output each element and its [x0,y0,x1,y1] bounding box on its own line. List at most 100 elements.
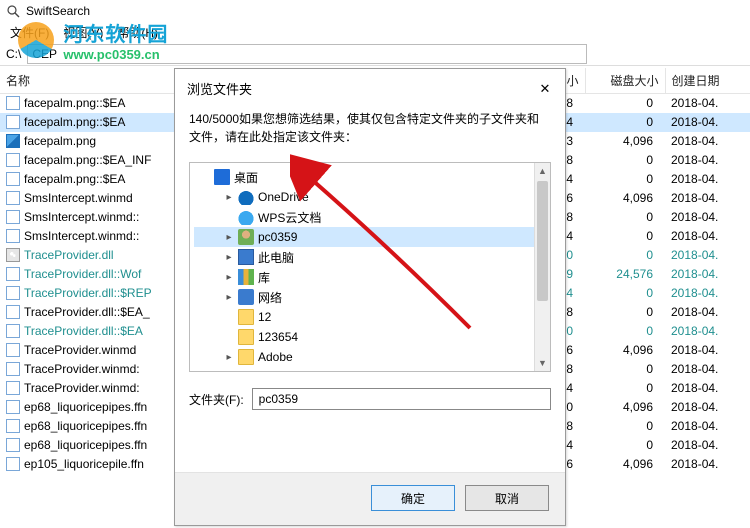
col-created[interactable]: 创建日期 [665,68,750,94]
scroll-down-icon[interactable]: ▼ [535,355,550,371]
file-name: facepalm.png::$EA [24,115,125,129]
drive-label: C:\ [6,47,21,61]
expand-icon[interactable] [200,172,210,182]
file-date: 2018-04. [665,227,750,246]
expand-icon[interactable]: ▸ [224,232,234,242]
file-disksize: 0 [585,322,665,341]
file-name: facepalm.png::$EA [24,172,125,186]
file-name: ep68_liquoricepipes.ffn [24,419,147,433]
file-icon [6,343,20,357]
dialog-titlebar: 浏览文件夹 ✕ [175,69,565,104]
file-icon [6,134,20,148]
dialog-description: 140/5000如果您想筛选结果，使其仅包含特定文件夹的子文件夹和文件，请在此处… [175,104,565,152]
file-disksize: 0 [585,303,665,322]
menu-view[interactable]: 视图(V) [57,22,109,43]
menu-help[interactable]: 帮助(H) [111,22,164,43]
file-date: 2018-04. [665,417,750,436]
folder-input[interactable] [252,388,551,410]
file-date: 2018-04. [665,322,750,341]
menu-file[interactable]: 文件(F) [4,22,55,43]
file-icon [6,210,20,224]
tree-item-label: 12 [258,310,271,324]
cloud-icon [238,209,254,225]
tree-item[interactable]: 123654 [194,327,546,347]
file-icon [6,229,20,243]
file-name: TraceProvider.dll::$EA [24,324,143,338]
col-disksize[interactable]: 磁盘大小 [585,68,665,94]
file-disksize: 0 [585,379,665,398]
tree-item-label: WPS云文档 [258,209,321,226]
file-disksize: 4,096 [585,455,665,474]
file-icon [6,419,20,433]
file-date: 2018-04. [665,113,750,132]
expand-icon[interactable]: ▸ [224,252,234,262]
file-name: ep68_liquoricepipes.ffn [24,400,147,414]
tree-scrollbar[interactable]: ▲ ▼ [534,163,550,371]
menubar: 文件(F) 视图(V) 帮助(H) [0,22,750,42]
file-date: 2018-04. [665,455,750,474]
tree-item[interactable]: ▸pc0359 [194,227,546,247]
file-disksize: 0 [585,170,665,189]
tree-item-label: Adobe [258,350,293,364]
tree-item[interactable]: ▸ Adobe [194,347,546,367]
dialog-buttons: 确定 取消 [175,472,565,525]
file-date: 2018-04. [665,284,750,303]
app-icon [6,4,20,18]
file-date: 2018-04. [665,132,750,151]
file-name: TraceProvider.dll [24,248,114,262]
file-disksize: 4,096 [585,341,665,360]
file-icon [6,153,20,167]
tree-item[interactable]: ▸ 网络 [194,287,546,307]
tree-item[interactable]: 12 [194,307,546,327]
expand-icon[interactable] [224,312,234,322]
expand-icon[interactable]: ▸ [224,192,234,202]
tree-item[interactable]: 桌面 [194,167,546,187]
expand-icon[interactable]: ▸ [224,292,234,302]
file-icon [6,400,20,414]
file-icon [6,286,20,300]
file-name: facepalm.png [24,134,96,148]
scroll-thumb[interactable] [537,181,548,301]
file-name: facepalm.png::$EA_INF [24,153,151,167]
file-disksize: 0 [585,246,665,265]
tree-item-label: 网络 [258,289,282,306]
file-disksize: 0 [585,284,665,303]
file-disksize: 4,096 [585,398,665,417]
file-name: SmsIntercept.winmd:: [24,210,139,224]
file-icon [6,96,20,110]
file-disksize: 0 [585,113,665,132]
path-input[interactable] [27,44,587,64]
expand-icon[interactable]: ▸ [224,272,234,282]
file-date: 2018-04. [665,398,750,417]
tree-item[interactable]: ▸OneDrive [194,187,546,207]
file-disksize: 4,096 [585,189,665,208]
cancel-button[interactable]: 取消 [465,485,549,511]
file-name: TraceProvider.winmd [24,343,136,357]
pathbar: C:\ [0,42,750,66]
expand-icon[interactable]: ▸ [224,352,234,362]
expand-icon[interactable] [224,212,234,222]
tree-item-label: 桌面 [234,169,258,186]
file-icon [6,267,20,281]
onedrive-icon [238,189,254,205]
file-icon [6,172,20,186]
scroll-up-icon[interactable]: ▲ [535,163,550,179]
close-icon[interactable]: ✕ [537,81,553,97]
file-date: 2018-04. [665,303,750,322]
file-icon [6,305,20,319]
tree-item[interactable]: ▸库 [194,267,546,287]
lib-icon [238,269,254,285]
expand-icon[interactable] [224,332,234,342]
file-name: TraceProvider.dll::$REP [24,286,152,300]
file-disksize: 0 [585,417,665,436]
file-date: 2018-04. [665,170,750,189]
file-disksize: 24,576 [585,265,665,284]
file-icon [6,324,20,338]
folder-input-row: 文件夹(F): [175,372,565,416]
file-icon [6,191,20,205]
tree-item[interactable]: ▸此电脑 [194,247,546,267]
tree-item[interactable]: WPS云文档 [194,207,546,227]
ok-button[interactable]: 确定 [371,485,455,511]
dialog-title: 浏览文件夹 [187,79,252,98]
file-icon [6,362,20,376]
